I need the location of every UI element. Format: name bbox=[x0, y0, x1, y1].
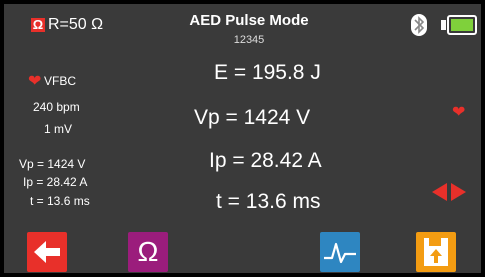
resistance-button[interactable]: Ω bbox=[128, 232, 168, 272]
heart-icon: ❤ bbox=[28, 73, 42, 90]
page-subtitle: 12345 bbox=[233, 34, 265, 46]
left-right-arrows-icon bbox=[432, 183, 466, 206]
vp-reading: Vp = 1424 V bbox=[194, 106, 311, 129]
ip-reading: Ip = 28.42 A bbox=[209, 149, 322, 172]
left-ip: Ip = 28.42 A bbox=[23, 175, 88, 189]
battery-icon bbox=[447, 15, 477, 35]
save-icon bbox=[424, 238, 448, 266]
amplitude-label: 1 mV bbox=[44, 122, 73, 136]
left-vp: Vp = 1424 V bbox=[19, 157, 86, 171]
bluetooth-icon bbox=[411, 14, 427, 36]
resistance-label: R=50 Ω bbox=[48, 16, 104, 33]
pulse-heart-icon: ❤ bbox=[452, 104, 466, 121]
left-t: t = 13.6 ms bbox=[30, 194, 90, 208]
rhythm-label: VFBC bbox=[44, 74, 77, 88]
back-arrow-icon bbox=[34, 241, 60, 263]
ohm-badge: Ω bbox=[31, 17, 45, 32]
save-button[interactable] bbox=[416, 232, 456, 272]
t-reading: t = 13.6 ms bbox=[216, 190, 321, 213]
energy-reading: E = 195.8 J bbox=[214, 61, 321, 84]
back-button[interactable] bbox=[27, 232, 67, 272]
waveform-button[interactable] bbox=[320, 232, 360, 272]
rate-label: 240 bpm bbox=[33, 100, 80, 114]
device-screen: Ω R=50 Ω AED Pulse Mode 12345 ❤ VFBC 240… bbox=[4, 4, 481, 273]
page-title: AED Pulse Mode bbox=[189, 12, 309, 29]
battery-tip bbox=[441, 20, 446, 30]
waveform-icon bbox=[324, 242, 356, 264]
